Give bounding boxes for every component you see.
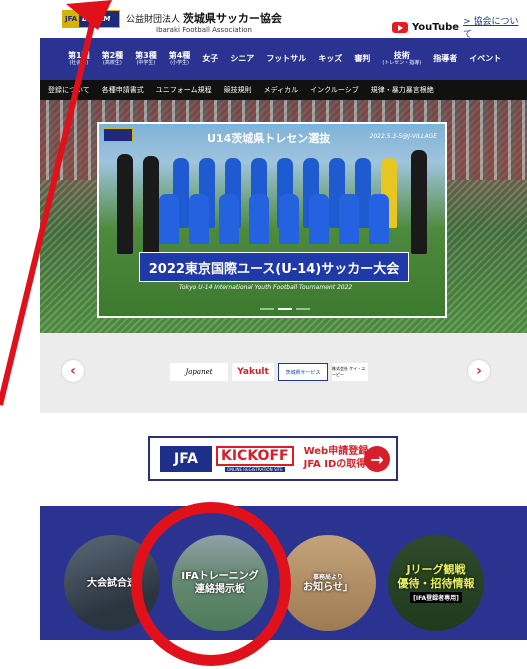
nav-item-label: 第3種: [135, 50, 157, 60]
jleague-tickets-link[interactable]: Jリーグ観戦 優待・招待情報 [IFA登録者専用]: [388, 535, 484, 631]
nav-item[interactable]: フットサル: [260, 53, 312, 64]
subnav-item[interactable]: ユニフォーム規程: [150, 85, 218, 95]
nav-item-label: キッズ: [318, 53, 343, 63]
photo-logo-badge: [103, 128, 133, 142]
player: [189, 194, 209, 244]
sponsor-logo[interactable]: Japanet: [170, 363, 228, 381]
sponsor-carousel: ‹ Japanet Yakult 茨城県サービス 株式会社 ケイ・ユーピー ›: [40, 333, 527, 413]
subnav-item[interactable]: 競技規則: [218, 85, 258, 95]
youtube-link[interactable]: YouTube: [412, 22, 459, 33]
nav-item[interactable]: 指導者: [427, 53, 463, 64]
association-en: Ibaraki Football Association: [156, 26, 252, 34]
photo-title: U14茨城県トレセン選抜: [207, 132, 331, 145]
next-arrow-button[interactable]: ›: [468, 360, 490, 382]
player: [309, 194, 329, 244]
kickoff-logo: KICKOFF ONLINE REGISTRATION SITE: [216, 445, 294, 472]
nav-item-sublabel: (社会人): [69, 59, 89, 66]
player: [279, 194, 299, 244]
logo-jfa-text: JFA: [63, 11, 80, 27]
notices-link[interactable]: 事務局より お知らせ」: [280, 535, 376, 631]
player: [143, 156, 159, 254]
nav-item[interactable]: イベント: [463, 53, 507, 64]
subnav-item[interactable]: 登録について: [42, 85, 96, 95]
player: [339, 194, 359, 244]
kickoff-jfa-logo: JFA: [160, 445, 212, 472]
nav-item-label: 第4種: [168, 50, 191, 60]
tournament-banner: 2022東京国際ユース(U-14)サッカー大会: [139, 252, 409, 282]
sponsor-logo[interactable]: 株式会社 ケイ・ユーピー: [332, 363, 368, 381]
player: [249, 194, 269, 244]
circle-label: お知らせ」: [303, 582, 353, 593]
nav-item[interactable]: 審判: [348, 53, 376, 64]
player: [219, 194, 239, 244]
nav-item-label: 指導者: [433, 53, 458, 63]
kickoff-subtitle: ONLINE REGISTRATION SITE: [224, 466, 285, 472]
circle-small-label: 事務局より: [313, 574, 343, 581]
circle-note: [IFA登録者専用]: [410, 592, 462, 604]
nav-item[interactable]: シニア: [224, 53, 260, 64]
nav-item-label: 審判: [354, 53, 371, 63]
nav-item[interactable]: キッズ: [312, 53, 348, 64]
nav-item[interactable]: 女子: [196, 53, 224, 64]
player: [411, 150, 427, 254]
association-jp: 公益財団法人 茨城県サッカー協会: [126, 10, 282, 26]
photo-date: 2022.5.3-5@J-VILLAGE: [369, 133, 438, 140]
subnav-item[interactable]: メディカル: [258, 85, 305, 95]
main-nav: 第1種 (社会人) 第2種 (高校生) 第3種 (中学生) 第4種 (小学生) 女子 シニア フット…: [40, 38, 527, 80]
sub-nav: 登録について 各種申請書式 ユニフォーム規程 競技規則 メディカル インクルーシブ 規律・暴…: [40, 80, 527, 100]
red-circle-annotation: [131, 502, 291, 666]
website-screenshot: JFA DREAM 公益財団法人 茨城県サッカー協会 Ibaraki Footb…: [40, 0, 527, 640]
logo-dream-text: DREAM: [82, 15, 111, 23]
sponsor-logo[interactable]: Yakult: [232, 363, 274, 381]
header-bar: JFA DREAM 公益財団法人 茨城県サッカー協会 Ibaraki Footb…: [40, 0, 527, 40]
circle-label: Jリーグ観戦 優待・招待情報: [397, 562, 475, 590]
nav-item[interactable]: 技術 (トレセン・指導): [376, 50, 427, 66]
slider-dot[interactable]: [260, 308, 274, 310]
arrow-right-icon[interactable]: →: [364, 446, 390, 472]
nav-item[interactable]: 第4種 (小学生): [163, 50, 197, 66]
player: [369, 194, 389, 244]
sponsor-logo[interactable]: 茨城県サービス: [278, 363, 328, 381]
association-prefix: 公益財団法人: [126, 15, 181, 25]
slider-dots: [260, 308, 310, 310]
kickoff-title: KICKOFF: [216, 445, 294, 466]
player: [117, 154, 133, 254]
nav-item-label: 女子: [202, 53, 219, 63]
nav-item[interactable]: 第1種 (社会人): [62, 50, 96, 66]
association-name[interactable]: 公益財団法人 茨城県サッカー協会 Ibaraki Football Associ…: [126, 10, 282, 34]
tournament-banner-en: Tokyo U-14 International Youth Football …: [179, 284, 353, 291]
player: [159, 194, 179, 244]
nav-item[interactable]: 第3種 (中学生): [129, 50, 163, 66]
nav-item-sublabel: (中学生): [136, 59, 156, 66]
slider-dot[interactable]: [296, 308, 310, 310]
nav-item-label: 技術: [393, 50, 410, 60]
circle-label: 大会試合速: [87, 577, 137, 589]
nav-item-sublabel: (トレセン・指導): [382, 59, 422, 66]
nav-item-label: 第2種: [101, 50, 124, 60]
jfa-kickoff-banner[interactable]: JFA KICKOFF ONLINE REGISTRATION SITE Web…: [148, 436, 398, 481]
about-association-link[interactable]: > 協会について: [463, 14, 527, 40]
nav-item-label: イベント: [469, 53, 502, 63]
association-title: 茨城県サッカー協会: [182, 12, 282, 25]
kickoff-line1: Web申請登録: [303, 446, 369, 457]
nav-item-label: フットサル: [266, 53, 307, 63]
nav-item-sublabel: (高校生): [102, 59, 122, 66]
nav-item[interactable]: 第2種 (高校生): [96, 50, 130, 66]
jfa-dream-logo[interactable]: JFA DREAM: [62, 10, 120, 28]
nav-item-sublabel: (小学生): [170, 59, 189, 66]
nav-item-label: シニア: [230, 53, 255, 63]
tournament-banner-text: 2022東京国際ユース(U-14)サッカー大会: [148, 261, 400, 277]
kickoff-text: Web申請登録 JFA IDの取得: [304, 446, 369, 471]
subnav-item[interactable]: 各種申請書式: [96, 85, 150, 95]
hero-slider[interactable]: U14茨城県トレセン選抜 2022.5.3-5@J-VILLAGE 2022東京…: [40, 100, 527, 333]
subnav-item[interactable]: 規律・暴力暴言根絶: [365, 85, 440, 95]
team-photo[interactable]: U14茨城県トレセン選抜 2022.5.3-5@J-VILLAGE 2022東京…: [97, 122, 447, 318]
kickoff-line2: JFA IDの取得: [303, 458, 367, 470]
prev-arrow-button[interactable]: ‹: [62, 360, 84, 382]
subnav-item[interactable]: インクルーシブ: [304, 85, 365, 95]
nav-item-label: 第1種: [68, 50, 90, 60]
slider-dot-active[interactable]: [278, 308, 292, 310]
youtube-icon[interactable]: [392, 21, 408, 33]
header-links: YouTube > 協会について: [392, 14, 527, 40]
